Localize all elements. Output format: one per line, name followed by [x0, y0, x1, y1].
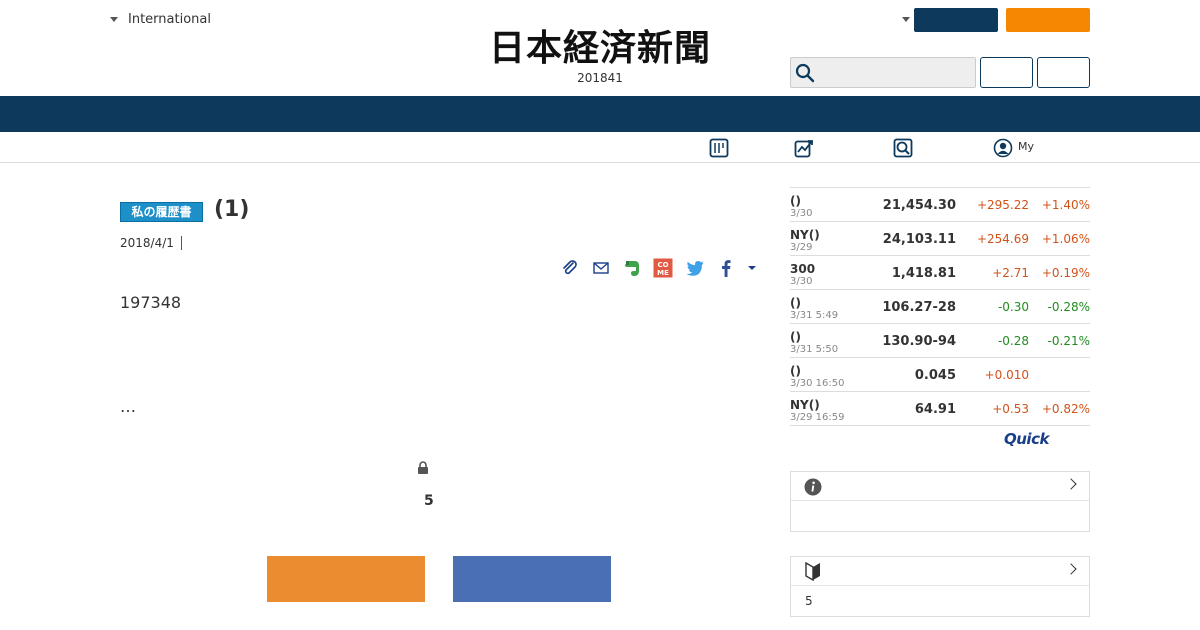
info-box-header[interactable]: [791, 472, 1089, 501]
market-name: NY(): [790, 398, 820, 412]
login-button[interactable]: [453, 556, 611, 602]
info-box-body: [791, 501, 1089, 531]
search-icon: [795, 63, 815, 83]
orange-header-button[interactable]: [1006, 8, 1090, 32]
beginner-box-body: 5: [805, 594, 813, 608]
market-percent: +0.19%: [1041, 266, 1090, 280]
search-news-icon[interactable]: [893, 138, 913, 158]
market-time: 3/31 5:50: [790, 344, 839, 355]
article-date: 2018/4/1: [120, 236, 174, 250]
my-nav-label[interactable]: My: [1018, 140, 1034, 153]
market-name: NY(): [790, 228, 820, 242]
navy-header-button[interactable]: [914, 8, 998, 32]
market-row[interactable]: NY() 3/29 24,103.11 +254.69 +1.06%: [790, 222, 1090, 256]
market-change: +295.22: [976, 198, 1029, 212]
beginner-box: 5: [790, 556, 1090, 617]
market-time: 3/29 16:59: [790, 412, 845, 423]
chart-icon[interactable]: [794, 138, 814, 158]
market-percent: +1.40%: [1041, 198, 1090, 212]
issue-date: 201841: [577, 71, 623, 85]
quick-logo[interactable]: Quick: [1004, 430, 1049, 448]
outline-button-2[interactable]: [1037, 57, 1090, 88]
market-change: +254.69: [976, 232, 1029, 246]
lock-icon: [418, 461, 428, 474]
outline-button-1[interactable]: [980, 57, 1033, 88]
edition-selector[interactable]: International: [110, 12, 211, 27]
mail-icon[interactable]: [591, 258, 611, 278]
share-more-caret-icon[interactable]: [742, 258, 762, 278]
market-value: 64.91: [914, 402, 956, 417]
chevron-right-icon: [1065, 563, 1077, 575]
market-name: 300: [790, 262, 816, 276]
masthead-logo[interactable]: 日本経済新聞: [452, 28, 748, 68]
market-row[interactable]: () 3/31 5:49 106.27-28 -0.30 -0.28%: [790, 290, 1090, 324]
market-row[interactable]: NY() 3/29 16:59 64.91 +0.53 +0.82%: [790, 392, 1090, 426]
market-value: 24,103.11: [882, 232, 956, 247]
market-percent: +0.82%: [1041, 402, 1090, 416]
market-row[interactable]: () 3/30 21,454.30 +295.22 +1.40%: [790, 188, 1090, 222]
market-name: (): [790, 364, 801, 378]
market-time: 3/30: [790, 208, 813, 219]
evernote-icon[interactable]: [622, 258, 642, 278]
date-separator: [181, 236, 182, 250]
beginner-mark-icon: [805, 562, 820, 581]
market-data-table: () 3/30 21,454.30 +295.22 +1.40% NY() 3/…: [790, 187, 1090, 426]
market-value: 130.90-94: [882, 334, 956, 349]
market-name: (): [790, 194, 801, 208]
chevron-right-icon: [1065, 478, 1077, 490]
article-title: (1): [214, 197, 250, 222]
market-change: -0.28: [997, 334, 1029, 348]
market-percent: -0.21%: [1047, 334, 1090, 348]
market-time: 3/31 5:49: [790, 310, 839, 321]
market-row[interactable]: () 3/31 5:50 130.90-94 -0.28 -0.21%: [790, 324, 1090, 358]
market-change: -0.30: [997, 300, 1029, 314]
search-input[interactable]: [790, 57, 976, 88]
market-name: (): [790, 296, 801, 310]
info-icon: [804, 478, 822, 496]
facebook-icon[interactable]: [716, 258, 736, 278]
article-lead-text: 197348: [120, 293, 182, 312]
newspaper-icon[interactable]: [709, 138, 729, 158]
beginner-box-header[interactable]: [791, 557, 1089, 586]
market-change: +2.71: [992, 266, 1029, 280]
subscribe-button[interactable]: [267, 556, 425, 602]
series-badge[interactable]: 私の履歴書: [120, 202, 203, 222]
article-ellipsis: …: [120, 397, 136, 416]
market-change: +0.53: [992, 402, 1029, 416]
market-value: 21,454.30: [882, 198, 956, 213]
market-time: 3/30: [790, 276, 813, 287]
market-change: +0.010: [984, 368, 1029, 382]
paywall-count: 5: [424, 493, 434, 509]
market-percent: -0.28%: [1047, 300, 1090, 314]
info-box: [790, 471, 1090, 532]
svg-text:ME: ME: [657, 269, 669, 277]
market-row[interactable]: () 3/30 16:50 0.045 +0.010: [790, 358, 1090, 392]
market-time: 3/30 16:50: [790, 378, 845, 389]
caret-down-icon[interactable]: [902, 17, 910, 22]
clip-icon[interactable]: [560, 258, 580, 278]
main-nav-bar: [0, 96, 1200, 132]
caret-down-icon: [110, 17, 118, 22]
svg-text:CO: CO: [657, 261, 668, 269]
edition-label: International: [128, 12, 211, 27]
market-time: 3/29: [790, 242, 813, 253]
twitter-icon[interactable]: [685, 258, 705, 278]
market-value: 0.045: [914, 368, 956, 383]
user-icon[interactable]: [993, 138, 1013, 158]
market-row[interactable]: 300 3/30 1,418.81 +2.71 +0.19%: [790, 256, 1090, 290]
market-percent: +1.06%: [1041, 232, 1090, 246]
market-value: 1,418.81: [891, 266, 956, 281]
comemo-icon[interactable]: CO ME: [653, 258, 673, 278]
market-name: (): [790, 330, 801, 344]
market-value: 106.27-28: [882, 300, 956, 315]
